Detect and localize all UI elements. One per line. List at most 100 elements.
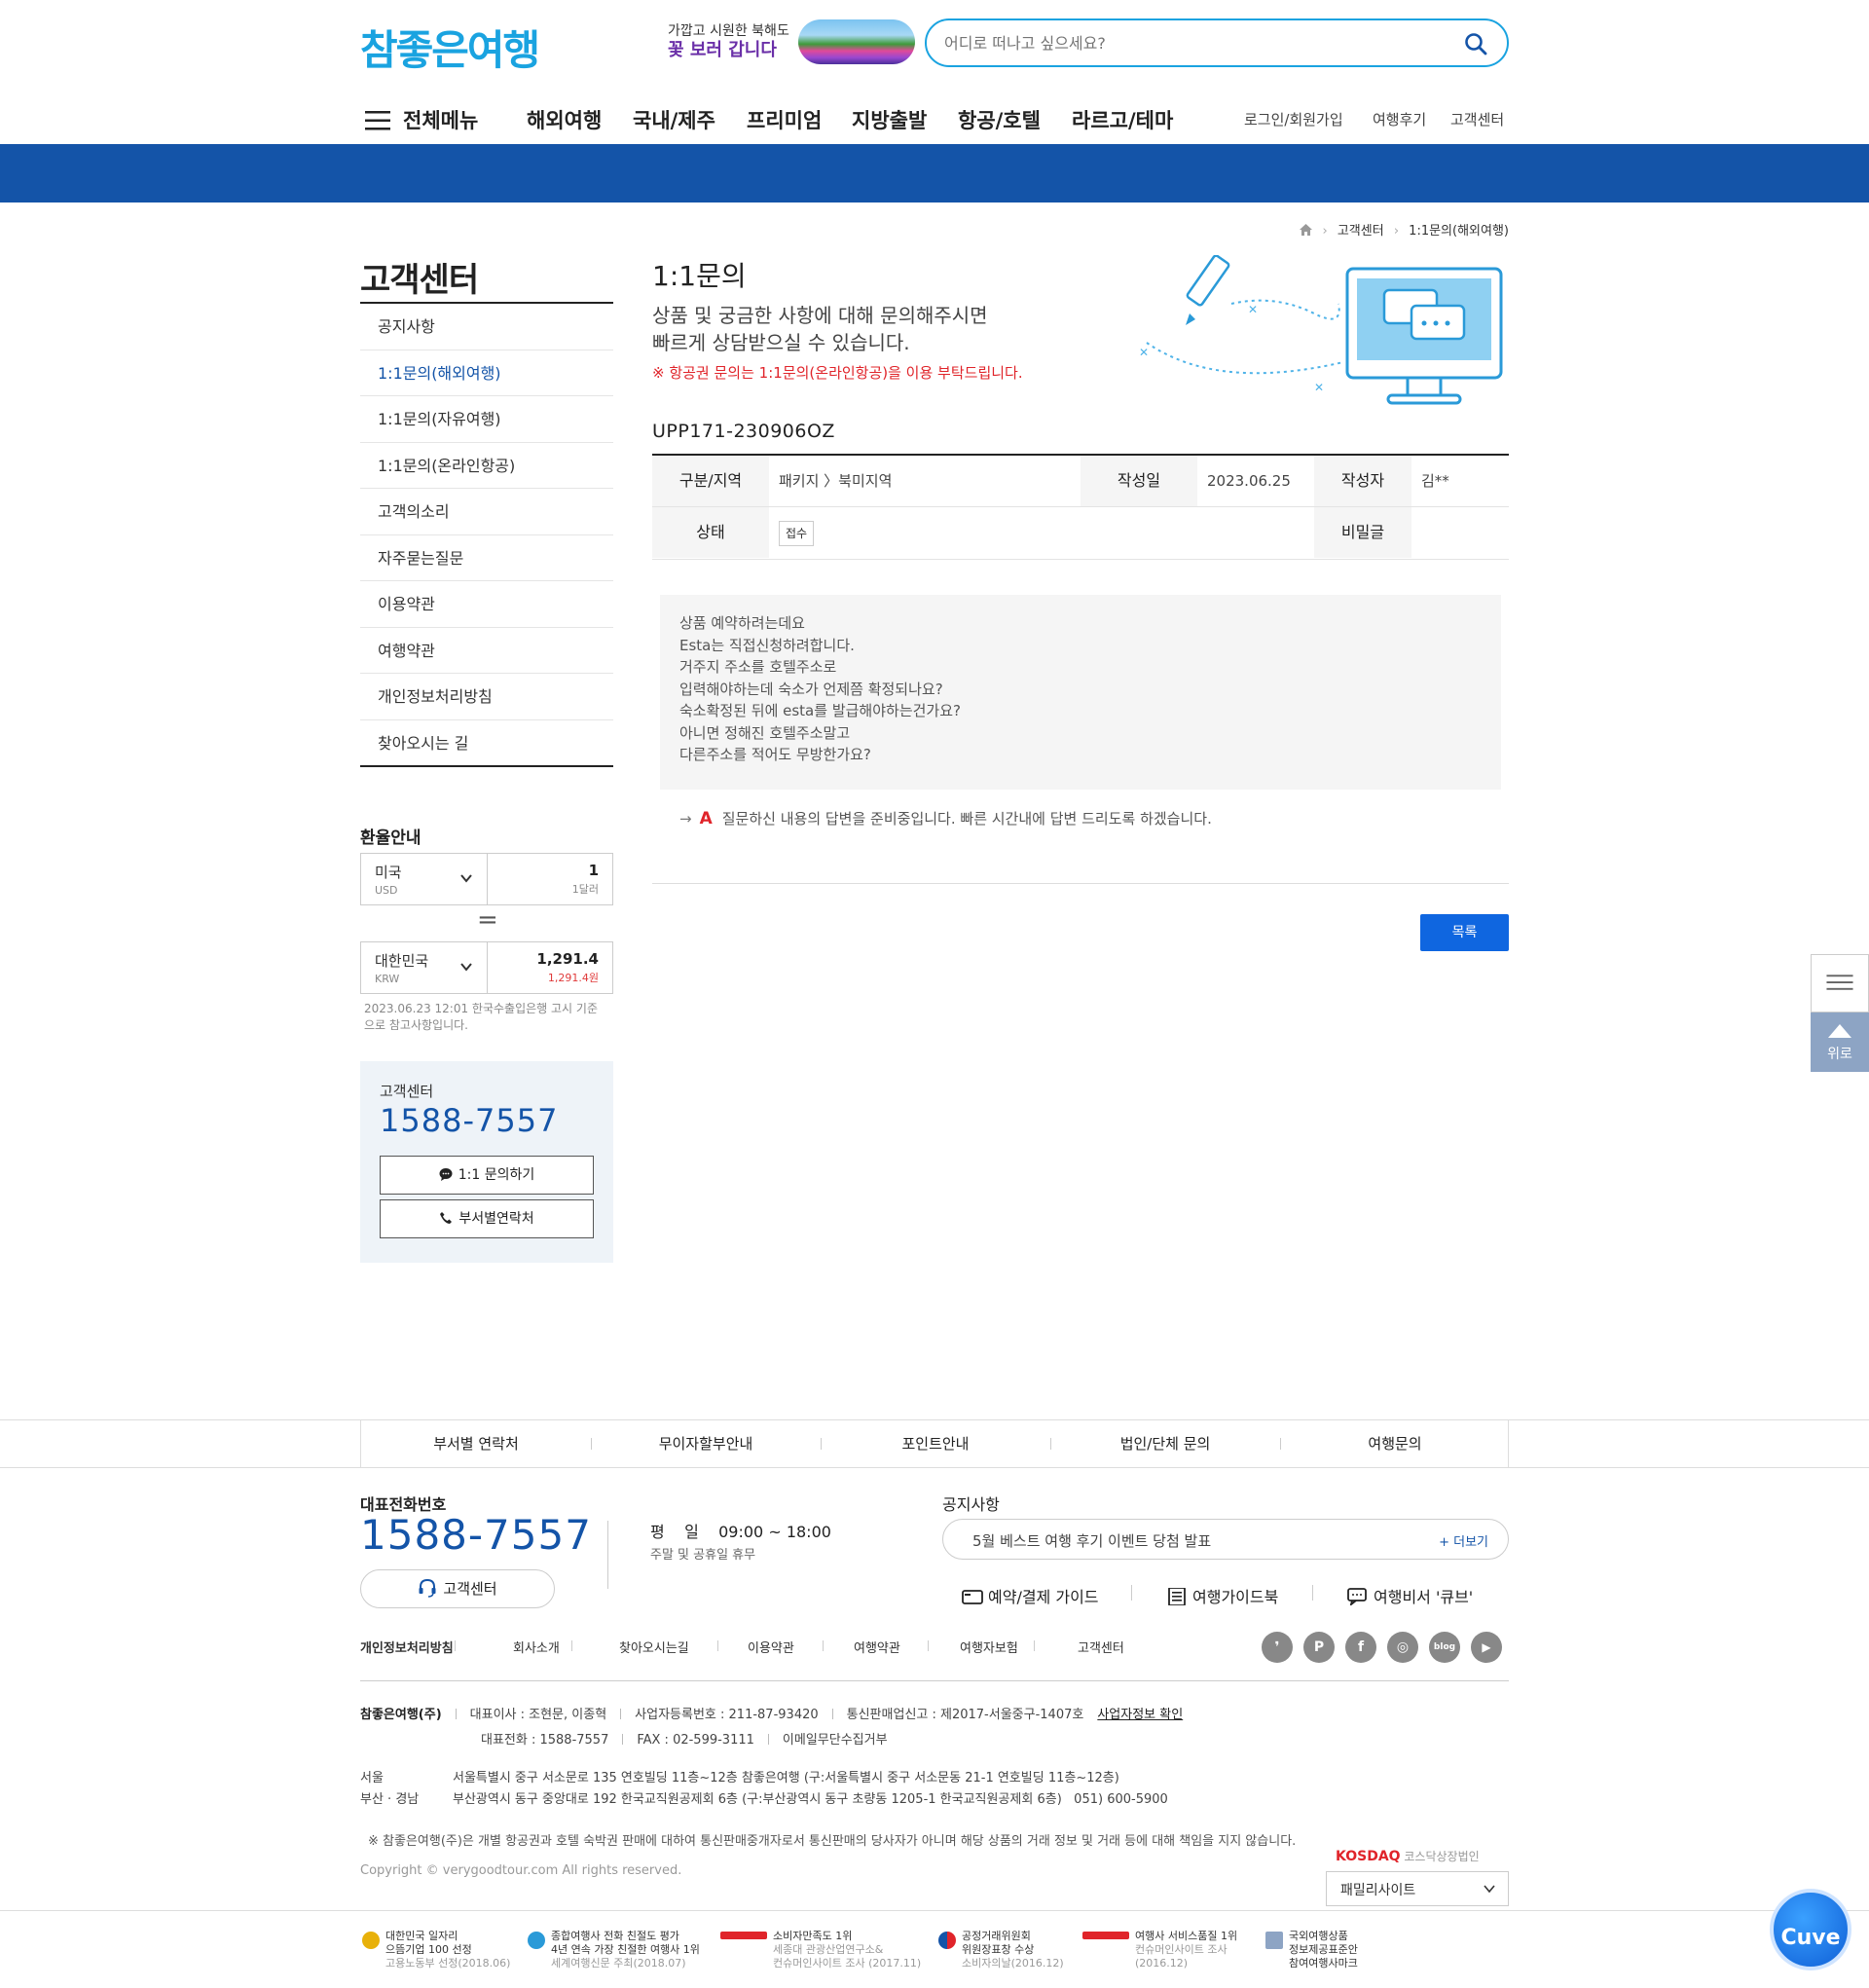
search-input[interactable]	[944, 30, 1431, 55]
amount-sub: 1달러	[571, 883, 599, 896]
divider	[823, 1640, 824, 1651]
currency-amount-from[interactable]: 1 1달러	[572, 862, 599, 897]
sidebar-item-notice[interactable]: 공지사항	[360, 304, 613, 350]
award-item: 종합여행사 전화 친절도 평가 4년 연속 가장 친절한 여행사 1위 세계여행신문…	[528, 1930, 700, 1970]
desc-line: 빠르게 상담받으실 수 있습니다.	[652, 331, 910, 354]
login-link[interactable]: 로그인/회원가입	[1244, 109, 1343, 129]
book-icon	[1168, 1588, 1186, 1605]
sidebar-item-faq[interactable]: 자주묻는질문	[360, 535, 613, 581]
award-line: 여행사 서비스품질 1위	[1135, 1930, 1238, 1942]
sidebar-item-inquiry-overseas[interactable]: 1:1문의(해외여행)	[360, 350, 613, 396]
breadcrumb-item[interactable]: 고객센터	[1338, 224, 1384, 239]
sidebar-item-voice[interactable]: 고객의소리	[360, 489, 613, 535]
promo-banner-text[interactable]: 가깝고 시원한 북해도 꽃 보러 갑니다	[668, 21, 789, 60]
footer-cs-button[interactable]: 고객센터	[360, 1569, 555, 1608]
footer-nav-dept[interactable]: 부서별 연락처	[361, 1420, 591, 1467]
travel-terms-link[interactable]: 여행약관	[854, 1638, 900, 1656]
family-site-label: 패밀리사이트	[1340, 1883, 1416, 1898]
page-description: 상품 및 궁금한 사항에 대해 문의해주시면 빠르게 상담받으실 수 있습니다.	[652, 302, 988, 356]
promo-line2: 꽃 보러 갑니다	[668, 40, 777, 60]
award-line: 위원장표창 수상	[962, 1943, 1035, 1956]
directions-link[interactable]: 찾아오시는길	[619, 1638, 689, 1656]
copyright: Copyright © verygoodtour.com All rights …	[360, 1863, 682, 1878]
home-icon[interactable]	[1300, 224, 1313, 236]
award-item: 공정거래위원회 위원장표창 수상 소비자의날(2016.12)	[938, 1930, 1064, 1970]
cuve-assistant-link[interactable]: 여행비서 '큐브'	[1347, 1584, 1473, 1607]
answer-row: → A 질문하신 내용의 답변을 준비중입니다. 빠른 시간내에 답변 드리도록 하…	[679, 808, 1212, 828]
gnb-item-air-hotel[interactable]: 항공/호텔	[958, 105, 1041, 134]
phone-icon	[440, 1212, 453, 1224]
floating-menu-button[interactable]	[1811, 954, 1869, 1012]
reviews-link[interactable]: 여행후기	[1373, 109, 1426, 129]
post-icon[interactable]: P	[1303, 1632, 1335, 1663]
customer-center-link[interactable]: 고객센터	[1450, 109, 1504, 129]
search-icon[interactable]	[1464, 32, 1487, 55]
dept-contact-button[interactable]: 부서별연락처	[380, 1199, 594, 1238]
guidebook-link[interactable]: 여행가이드북	[1166, 1584, 1278, 1607]
all-menu-button[interactable]: 전체메뉴	[403, 105, 478, 134]
facebook-icon[interactable]: f	[1345, 1632, 1376, 1663]
category-value: 패키지 〉북미지역	[779, 472, 893, 490]
answer-mark: A	[699, 809, 713, 828]
footer-nav-installment[interactable]: 무이자할부안내	[591, 1420, 821, 1467]
cuve-chatbot-button[interactable]: Cuve	[1770, 1889, 1851, 1970]
footer-cs-label: 고객센터	[443, 1580, 497, 1598]
list-button[interactable]: 목록	[1420, 914, 1509, 951]
sidebar-item-directions[interactable]: 찾아오시는 길	[360, 720, 613, 767]
promo-banner-image[interactable]	[798, 19, 915, 64]
gnb-item-domestic[interactable]: 국내/제주	[633, 105, 715, 134]
status-cell: 접수	[769, 507, 1061, 558]
footer-nav-corporate[interactable]: 법인/단체 문의	[1050, 1420, 1280, 1467]
question-content: 상품 예약하려는데요 Esta는 직접신청하려합니다. 거주지 주소를 호텔주소…	[660, 595, 1501, 790]
sidebar-item-travel-terms[interactable]: 여행약관	[360, 628, 613, 674]
privacy-link[interactable]: 개인정보처리방침	[360, 1638, 454, 1656]
footer-nav-travel-inquiry[interactable]: 여행문의	[1280, 1420, 1510, 1467]
customer-center-box: 고객센터 1588-7557 1:1 문의하기 부서별연락처	[360, 1061, 613, 1263]
scroll-top-button[interactable]: 위로	[1811, 1012, 1869, 1072]
gnb-item-premium[interactable]: 프리미엄	[747, 105, 822, 134]
biz-info-link[interactable]: 사업자정보 확인	[1097, 1708, 1183, 1722]
inquiry-button[interactable]: 1:1 문의하기	[380, 1156, 594, 1195]
gnb-item-largo[interactable]: 라르고/테마	[1072, 105, 1173, 134]
kakao-story-icon[interactable]: ❜	[1262, 1632, 1293, 1663]
disclaimer: ※ 참좋은여행(주)은 개별 항공권과 호텔 숙박권 판매에 대하여 통신판매중…	[368, 1834, 1297, 1849]
instagram-icon[interactable]: ◎	[1387, 1632, 1418, 1663]
award-item: 소비자만족도 1위 세종대 관광산업연구소& 컨슈머인사이트 조사 (2017.11…	[720, 1930, 921, 1970]
pencil-icon	[1186, 255, 1230, 325]
equals-sign: =	[477, 905, 498, 935]
gnb-item-overseas[interactable]: 해외여행	[527, 105, 602, 134]
kosdaq-sub: 코스닥상장법인	[1404, 1850, 1480, 1863]
exchange-to: 대한민국 KRW 1,291.4 1,291.4원	[360, 941, 613, 994]
award-line: (2016.12)	[1135, 1957, 1189, 1970]
award-mark-icon	[528, 1932, 545, 1949]
status-label: 상태	[652, 507, 769, 558]
footer-nav-point[interactable]: 포인트안내	[821, 1420, 1050, 1467]
gnb-item-local[interactable]: 지방출발	[852, 105, 927, 134]
sidebar-item-terms[interactable]: 이용약관	[360, 581, 613, 628]
about-link[interactable]: 회사소개	[513, 1638, 560, 1656]
breadcrumb-current[interactable]: 1:1문의(해외여행)	[1409, 224, 1509, 239]
breadcrumb: › 고객센터 › 1:1문의(해외여행)	[1300, 220, 1509, 239]
family-site-select[interactable]: 패밀리사이트	[1326, 1871, 1509, 1906]
amount-sub: 1,291.4원	[547, 972, 599, 984]
footer-notice-text[interactable]: 5월 베스트 여행 후기 이벤트 당첨 발표	[972, 1530, 1211, 1551]
business-hours-note: 주말 및 공휴일 휴무	[650, 1548, 756, 1563]
award-item: 국외여행상품 정보제공표준안 참여여행사마크	[1265, 1930, 1358, 1970]
divider	[652, 883, 1509, 884]
question-line: Esta는 직접신청하려합니다.	[679, 636, 855, 654]
currency-code: USD	[375, 884, 398, 897]
blog-icon[interactable]: blog	[1429, 1632, 1460, 1663]
notice-more-link[interactable]: + 더보기	[1439, 1531, 1488, 1550]
currency-select-to[interactable]: 대한민국 KRW	[361, 942, 488, 993]
sidebar-item-inquiry-air[interactable]: 1:1문의(온라인항공)	[360, 443, 613, 489]
hamburger-icon[interactable]	[365, 111, 390, 130]
youtube-icon[interactable]: ▶	[1471, 1632, 1502, 1663]
insurance-link[interactable]: 여행자보험	[960, 1638, 1018, 1656]
booking-guide-link[interactable]: 예약/결제 가이드	[962, 1584, 1099, 1607]
footer-cs-link[interactable]: 고객센터	[1078, 1638, 1124, 1656]
site-logo[interactable]: 참좋은여행	[360, 18, 540, 77]
terms-link[interactable]: 이용약관	[748, 1638, 794, 1656]
sidebar-item-inquiry-free[interactable]: 1:1문의(자유여행)	[360, 396, 613, 443]
sidebar-item-privacy[interactable]: 개인정보처리방침	[360, 674, 613, 720]
currency-select-from[interactable]: 미국 USD	[361, 854, 488, 904]
